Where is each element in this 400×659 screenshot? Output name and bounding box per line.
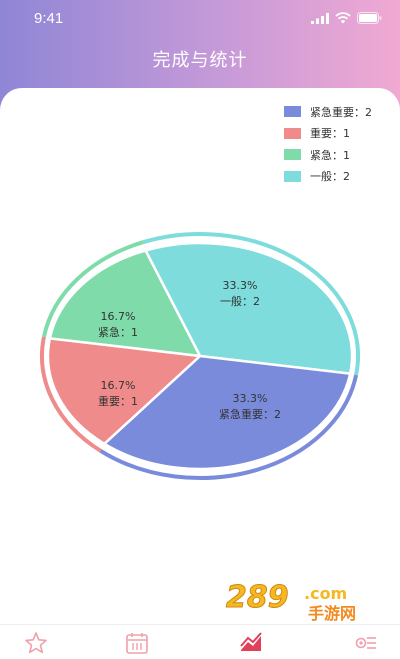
tab-bar <box>0 624 400 659</box>
chart-icon <box>240 632 262 651</box>
slice-jinji-percent: 16.7% <box>101 310 136 323</box>
slice-zhongyao-label: 重要：1 <box>98 394 138 408</box>
slice-yiban-label: 一般：2 <box>220 295 260 308</box>
settings-icon <box>355 637 376 649</box>
slice-yiban-percent: 33.3% <box>223 279 258 292</box>
slice-jinji-label: 紧急：1 <box>98 325 138 339</box>
tab-chart[interactable] <box>238 630 264 656</box>
calendar-icon <box>126 633 148 654</box>
watermark-brand: 289 <box>226 580 289 615</box>
slice-jjzy-label: 紧急重要：2 <box>219 407 281 421</box>
watermark-subtitle: 手游网 <box>308 604 356 623</box>
tab-settings[interactable] <box>352 630 378 656</box>
star-icon <box>25 632 47 654</box>
slice-zhongyao-percent: 16.7% <box>101 379 136 392</box>
watermark-suffix: .com <box>304 584 347 603</box>
pie-chart: 33.3% 一般：2 16.7% 紧急：1 16.7% 重要：1 33.3% 紧… <box>40 232 360 480</box>
watermark-logo: 289 .com 手游网 <box>222 577 382 624</box>
slice-jjzy-percent: 33.3% <box>233 392 268 405</box>
tab-calendar[interactable] <box>124 630 150 656</box>
tab-star[interactable] <box>23 630 49 656</box>
